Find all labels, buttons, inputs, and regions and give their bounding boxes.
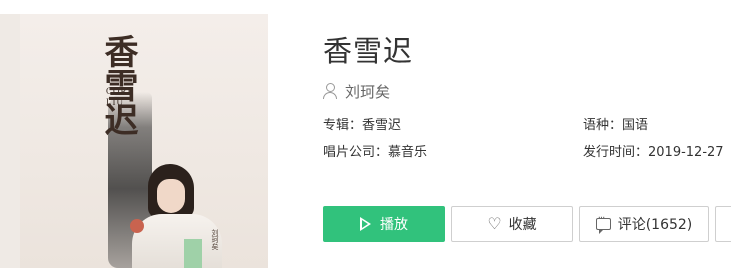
song-title: 香雪迟	[323, 34, 414, 68]
heart-icon: ♡	[487, 214, 502, 233]
language-info: 语种：国语	[583, 117, 648, 135]
company-info: 唱片公司：慕音乐	[323, 144, 427, 162]
cover-portrait-dress	[132, 214, 222, 268]
cover-calligraphy-title: 香雪迟	[98, 34, 138, 136]
play-button[interactable]: 播放	[323, 206, 445, 242]
cover-stamp: 刘珂矣	[211, 229, 219, 250]
play-icon	[360, 217, 371, 231]
comment-button[interactable]: 评论(1652)	[579, 206, 709, 242]
more-button[interactable]	[715, 206, 731, 242]
company-label: 唱片公司：	[323, 145, 389, 160]
cover-english-line1: CORI	[106, 86, 132, 96]
cover-english-line2: LIU	[106, 97, 124, 107]
album-cover[interactable]: 香雪迟 CORI LIU 刘珂矣	[0, 14, 268, 268]
language-label: 语种：	[583, 118, 623, 133]
user-icon	[323, 83, 337, 99]
comment-icon	[595, 213, 611, 234]
favorite-button[interactable]: ♡ 收藏	[451, 206, 573, 242]
cover-portrait-face	[157, 179, 185, 213]
artist-row[interactable]: 刘珂矣	[323, 80, 390, 102]
favorite-label: 收藏	[508, 217, 537, 233]
album-label: 专辑：	[323, 118, 363, 133]
album-link[interactable]: 香雪迟	[362, 118, 401, 133]
company-value: 慕音乐	[388, 145, 428, 160]
release-label: 发行时间：	[583, 145, 649, 160]
artist-link[interactable]: 刘珂矣	[345, 81, 390, 102]
language-value: 国语	[622, 118, 649, 133]
release-info: 发行时间：2019-12-27	[583, 144, 724, 162]
comment-label: 评论(1652)	[617, 217, 693, 233]
album-info: 专辑：香雪迟	[323, 117, 401, 135]
cover-flower	[130, 219, 144, 233]
cover-english-name: CORI LIU	[106, 86, 132, 108]
play-label: 播放	[380, 217, 408, 233]
album-cover-art: 香雪迟 CORI LIU 刘珂矣	[20, 14, 268, 268]
release-date: 2019-12-27	[648, 145, 724, 160]
cover-portrait-sash	[184, 239, 202, 268]
